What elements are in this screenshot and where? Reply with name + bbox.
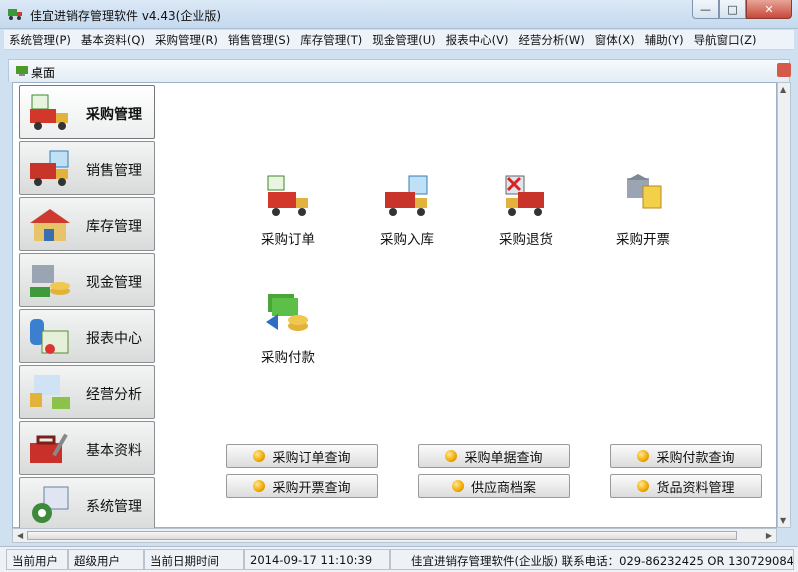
status-bar: 当前用户 超级用户 当前日期时间 2014-09-17 11:10:39 佳宜进…: [0, 546, 798, 572]
nav-inventory[interactable]: 库存管理: [19, 197, 155, 251]
status-date-label: 当前日期时间: [144, 549, 244, 570]
analysis-icon: [30, 375, 70, 409]
order-truck-icon: [267, 175, 308, 216]
tile-purchase-invoice[interactable]: 采购开票: [598, 174, 688, 254]
nav-cash[interactable]: 现金管理: [19, 253, 155, 307]
supplier-records-label: 供应商档案: [470, 480, 536, 496]
goods-management-button[interactable]: 货品资料管理: [610, 474, 762, 498]
sales-truck-icon: [30, 150, 69, 186]
orange-bullet-icon: [637, 450, 650, 462]
orange-bullet-icon: [253, 450, 266, 462]
nav-label-sales: 销售管理: [86, 163, 142, 179]
menu-reports[interactable]: 报表中心(V): [441, 30, 514, 49]
desktop-icon: [16, 66, 28, 76]
tile-label-purchase-invoice: 采购开票: [616, 232, 670, 248]
status-user-label: 当前用户: [6, 549, 68, 570]
purchase-truck-icon: [30, 94, 68, 130]
vertical-scrollbar[interactable]: ▲ ▼: [777, 82, 791, 528]
system-gear-icon: [32, 486, 69, 523]
orange-bullet-icon: [445, 450, 458, 462]
tile-label-purchase-return: 采购退货: [499, 232, 553, 248]
minimize-button[interactable]: —: [692, 0, 719, 19]
app-truck-icon: [8, 9, 22, 20]
orange-bullet-icon: [451, 480, 464, 492]
nav-label-inventory: 库存管理: [86, 219, 142, 235]
window-title: 佳宜进销存管理软件 v4.43(企业版): [30, 9, 221, 23]
warehouse-icon: [30, 209, 70, 241]
tile-label-stock-in: 采购入库: [380, 232, 434, 248]
tile-purchase-return[interactable]: 采购退货: [481, 174, 571, 254]
nav-label-system: 系统管理: [86, 499, 142, 515]
orange-bullet-icon: [637, 480, 650, 492]
nav-reports[interactable]: 报表中心: [19, 309, 155, 363]
horizontal-scroll-thumb[interactable]: [27, 531, 737, 540]
tile-stock-in[interactable]: 采购入库: [362, 174, 452, 254]
menu-analysis[interactable]: 经营分析(W): [513, 30, 589, 49]
status-date-value: 2014-09-17 11:10:39: [244, 549, 390, 570]
stock-in-truck-icon: [385, 175, 428, 216]
menu-basic-data[interactable]: 基本资料(Q): [76, 30, 150, 49]
nav-basic-data[interactable]: 基本资料: [19, 421, 155, 475]
goods-management-label: 货品资料管理: [656, 480, 735, 496]
payment-icon: [266, 294, 308, 331]
nav-analysis[interactable]: 经营分析: [19, 365, 155, 419]
nav-label-analysis: 经营分析: [86, 387, 142, 403]
close-button[interactable]: ✕: [746, 0, 792, 19]
menu-navigator[interactable]: 导航窗口(Z): [689, 30, 762, 49]
payment-query-button[interactable]: 采购付款查询: [610, 444, 762, 468]
tile-label-purchase-order: 采购订单: [261, 232, 315, 248]
invoice-query-button[interactable]: 采购开票查询: [226, 474, 378, 498]
nav-label-purchase: 采购管理: [86, 107, 142, 123]
scroll-right-arrow-icon[interactable]: ▶: [766, 531, 772, 540]
status-info: 佳宜进销存管理软件(企业版) 联系电话：029-86232425 OR 1307…: [390, 549, 794, 570]
horizontal-scrollbar[interactable]: ◀ ▶: [12, 528, 777, 543]
title-bar: 佳宜进销存管理软件 v4.43(企业版) — □ ✕: [0, 0, 798, 29]
menu-cash[interactable]: 现金管理(U): [367, 30, 440, 49]
invoice-query-label: 采购开票查询: [272, 480, 351, 496]
menu-help[interactable]: 辅助(Y): [640, 30, 689, 49]
status-user-value: 超级用户: [68, 549, 144, 570]
invoice-icon: [627, 174, 662, 209]
orange-bullet-icon: [253, 480, 266, 492]
menu-inventory[interactable]: 库存管理(T): [295, 30, 367, 49]
nav-label-basic-data: 基本资料: [86, 443, 142, 459]
payment-query-label: 采购付款查询: [656, 450, 735, 466]
cash-icon: [30, 265, 70, 297]
menu-bar: 系统管理(P) 基本资料(Q) 采购管理(R) 销售管理(S) 库存管理(T) …: [4, 30, 794, 50]
nav-label-cash: 现金管理: [86, 275, 142, 291]
toolbox-icon: [30, 433, 68, 463]
desktop-title: 桌面: [31, 66, 56, 80]
order-query-button[interactable]: 采购订单查询: [226, 444, 378, 468]
document-query-label: 采购单据查询: [464, 450, 543, 466]
nav-purchase[interactable]: 采购管理: [19, 85, 155, 139]
tile-purchase-payment[interactable]: 采购付款: [243, 292, 333, 372]
scroll-left-arrow-icon[interactable]: ◀: [17, 531, 23, 540]
nav-sales[interactable]: 销售管理: [19, 141, 155, 195]
desktop-close-button[interactable]: [777, 63, 791, 77]
menu-purchase[interactable]: 采购管理(R): [150, 30, 223, 49]
report-icon: [30, 319, 69, 354]
order-query-label: 采购订单查询: [272, 450, 351, 466]
scroll-down-arrow-icon[interactable]: ▼: [780, 516, 786, 525]
maximize-button[interactable]: □: [719, 0, 746, 19]
supplier-records-button[interactable]: 供应商档案: [418, 474, 570, 498]
scroll-up-arrow-icon[interactable]: ▲: [780, 85, 786, 94]
document-query-button[interactable]: 采购单据查询: [418, 444, 570, 468]
menu-window[interactable]: 窗体(X): [590, 30, 640, 49]
desktop-window-header: 桌面: [8, 59, 791, 82]
menu-sales[interactable]: 销售管理(S): [223, 30, 295, 49]
return-truck-icon: [505, 175, 544, 216]
nav-label-reports: 报表中心: [86, 331, 142, 347]
nav-system[interactable]: 系统管理: [19, 477, 155, 531]
tile-purchase-order[interactable]: 采购订单: [243, 174, 333, 254]
menu-system[interactable]: 系统管理(P): [4, 30, 76, 49]
tile-label-purchase-payment: 采购付款: [261, 350, 315, 366]
